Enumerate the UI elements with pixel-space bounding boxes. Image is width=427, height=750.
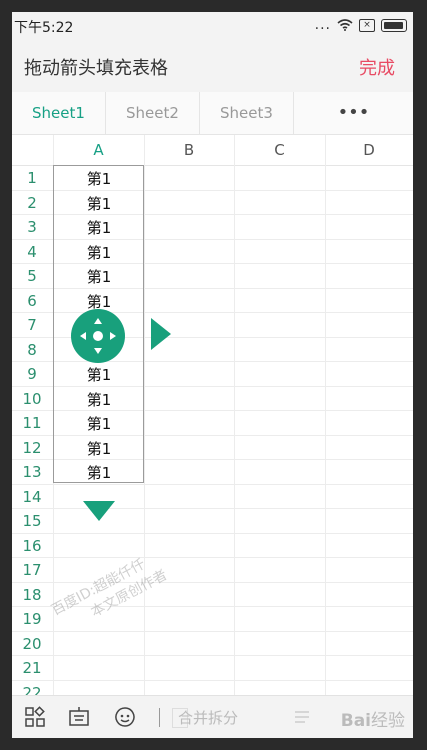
row-number[interactable]: 11 (12, 414, 52, 432)
page-title: 拖动箭头填充表格 (24, 58, 168, 79)
grid-line (12, 581, 413, 583)
tab-sheet2[interactable]: Sheet2 (106, 92, 200, 134)
keyboard-icon[interactable] (68, 706, 90, 728)
row-number[interactable]: 16 (12, 537, 52, 555)
row-number[interactable]: 10 (12, 390, 52, 408)
grid-line (12, 532, 413, 534)
brand-watermark: Bai经验 (341, 706, 405, 731)
fill-drag-handle[interactable] (71, 309, 125, 363)
tab-sheet1[interactable]: Sheet1 (12, 92, 106, 134)
row-number[interactable]: 18 (12, 586, 52, 604)
row-number[interactable]: 3 (12, 218, 52, 236)
row-number[interactable]: 12 (12, 439, 52, 457)
align-icon (295, 711, 309, 723)
grid-line (325, 165, 326, 695)
sheet-tabs: Sheet1 Sheet2 Sheet3 ••• (12, 92, 413, 135)
grid-line (234, 165, 235, 695)
emoji-icon[interactable] (114, 706, 136, 728)
column-header-a[interactable]: A (53, 135, 145, 166)
grid-line (12, 508, 413, 509)
row-number[interactable]: 14 (12, 488, 52, 506)
brand-text: Bai (340, 711, 371, 731)
bottom-toolbar: 合并拆分 Bai经验 (12, 695, 413, 738)
brand-label: 经验 (371, 711, 405, 731)
row-number[interactable]: 20 (12, 635, 52, 653)
row-number[interactable]: 1 (12, 169, 52, 187)
status-more-dots: ... (314, 17, 331, 33)
row-number[interactable]: 13 (12, 463, 52, 481)
spreadsheet-grid[interactable]: A B C D 1第12第13第14第15第16第17第18第19第110第11… (12, 135, 413, 705)
row-number[interactable]: 8 (12, 341, 52, 359)
row-number[interactable]: 5 (12, 267, 52, 285)
battery-icon (381, 18, 407, 32)
move-icon (80, 318, 116, 354)
sim-icon: × (359, 18, 375, 32)
column-header-b[interactable]: B (144, 135, 235, 166)
grid-line (12, 483, 413, 485)
row-number[interactable]: 19 (12, 610, 52, 628)
row-number[interactable]: 4 (12, 243, 52, 261)
fill-right-arrow-icon[interactable] (151, 318, 171, 350)
status-time: 下午5:22 (14, 20, 74, 36)
status-bar: 下午5:22 ... × (12, 12, 413, 40)
row-number[interactable]: 17 (12, 561, 52, 579)
row-number[interactable]: 15 (12, 512, 52, 530)
column-header-c[interactable]: C (234, 135, 326, 166)
status-icons: ... × (315, 17, 407, 33)
grid-line (12, 557, 413, 558)
row-number[interactable]: 6 (12, 292, 52, 310)
row-number[interactable]: 21 (12, 659, 52, 677)
app-screen: 下午5:22 ... × 拖动箭头填充表格 完成 Sheet1 Sheet2 S… (12, 12, 413, 738)
merge-split-button[interactable]: 合并拆分 (178, 707, 238, 728)
grid-tools-icon[interactable] (24, 706, 46, 728)
tab-sheet3[interactable]: Sheet3 (200, 92, 294, 134)
grid-line (12, 679, 413, 681)
grid-line (12, 655, 413, 656)
row-number[interactable]: 9 (12, 365, 52, 383)
fill-down-arrow-icon[interactable] (83, 501, 115, 521)
more-button[interactable]: ••• (294, 92, 413, 134)
title-bar: 拖动箭头填充表格 完成 (12, 40, 413, 93)
corner-cell (12, 135, 54, 166)
wifi-icon (337, 19, 353, 31)
done-button[interactable]: 完成 (359, 54, 395, 80)
row-number[interactable]: 2 (12, 194, 52, 212)
column-header-d[interactable]: D (325, 135, 413, 166)
toolbar-divider (159, 708, 160, 727)
row-number[interactable]: 7 (12, 316, 52, 334)
